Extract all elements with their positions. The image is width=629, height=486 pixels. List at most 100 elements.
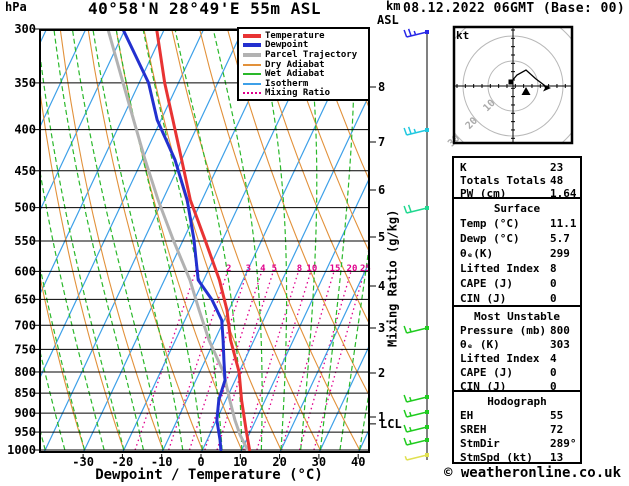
pressure-tick-label: 300 xyxy=(14,22,36,36)
km-asl-axis: 87654321 xyxy=(370,80,385,425)
wind-barb-column xyxy=(403,28,429,461)
stats-row: K 23 xyxy=(454,161,580,174)
legend-swatch-parcel-trajectory xyxy=(243,52,261,57)
stats-row-value: 48 xyxy=(550,174,564,187)
temp-tick-label: -30 xyxy=(72,455,94,469)
legend-swatch-dry-adiabat xyxy=(243,63,261,66)
km-unit-label: km xyxy=(386,0,401,13)
stats-row-label: CAPE (J) xyxy=(460,366,513,379)
stats-row-label: Lifted Index xyxy=(460,262,540,275)
pressure-tick-label: 450 xyxy=(14,164,36,178)
stats-row-label: θₑ (K) xyxy=(460,338,500,351)
pressure-tick-label: 850 xyxy=(14,386,36,400)
stats-row-label: Dewp (°C) xyxy=(460,232,520,245)
mixing-ratio-tick: 5 xyxy=(272,264,277,274)
stats-row: Dewp (°C) 5.7 xyxy=(454,232,580,247)
stats-row-label: Temp (°C) xyxy=(460,217,520,230)
wind-barb xyxy=(403,204,429,214)
mixing-ratio-tick: 15 xyxy=(330,264,341,274)
mixing-ratio-tick: 8 xyxy=(297,264,302,274)
stats-row-value: 13 xyxy=(550,451,564,464)
stats-row: SREH 72 xyxy=(454,423,580,437)
pressure-tick-label: 400 xyxy=(14,123,36,137)
legend-swatch-temperature xyxy=(243,33,261,38)
x-axis-label: Dewpoint / Temperature (°C) xyxy=(95,467,323,483)
stats-row-value: 5.7 xyxy=(550,232,570,245)
stats-title: Hodograph xyxy=(487,395,547,408)
stats-row: CAPE (J) 0 xyxy=(454,277,580,292)
stats-row-value: 8 xyxy=(550,262,557,275)
datetime-label: 08.12.2022 06GMT (Base: 00) xyxy=(403,1,626,16)
pressure-tick-label: 900 xyxy=(14,406,36,420)
stats-row-label: SREH xyxy=(460,423,487,436)
stats-row: θₑ (K) 303 xyxy=(454,338,580,352)
stats-row-label: θₑ(K) xyxy=(460,247,494,260)
mixing-ratio-tick: 3 xyxy=(246,264,251,274)
km-tick-label: 2 xyxy=(378,366,385,380)
stats-row-value: 23 xyxy=(550,161,564,174)
hodograph-trace xyxy=(510,69,549,89)
curve-temperature xyxy=(155,30,252,452)
stats-row-value: 299 xyxy=(550,247,570,260)
pressure-unit-label: hPa xyxy=(5,0,27,14)
mixing-ratio-tick: 2 xyxy=(226,264,231,274)
stats-row-label: EH xyxy=(460,409,474,422)
stats-row: EH 55 xyxy=(454,409,580,423)
legend-item: Mixing Ratio xyxy=(243,88,368,99)
pressure-tick-label: 600 xyxy=(14,264,36,278)
stats-row: StmSpd (kt) 13 xyxy=(454,451,580,465)
stats-row: Pressure (mb) 800 xyxy=(454,324,580,338)
km-tick-label: 6 xyxy=(378,183,385,197)
stats-row-label: Pressure (mb) xyxy=(460,324,547,337)
stats-row-label: Totals Totals xyxy=(460,174,547,187)
km-tick-label: 8 xyxy=(378,80,385,94)
stats-title: Most Unstable xyxy=(473,310,561,323)
km-tick-label: 3 xyxy=(378,321,385,335)
legend-label: Wet Adiabat xyxy=(265,69,325,80)
stats-row-label: K xyxy=(460,161,467,174)
legend-label: Dewpoint xyxy=(265,40,309,51)
pressure-tick-label: 350 xyxy=(14,76,36,90)
stats-row-label: StmDir xyxy=(460,437,500,450)
stats-box-surface: Surface Temp (°C) 11.1 Dewp (°C) 5.7 θₑ(K) 299… xyxy=(452,197,582,307)
lcl-label: LCL xyxy=(380,417,402,431)
pressure-tick-label: 800 xyxy=(14,365,36,379)
stats-box-hodograph: Hodograph EH 55 SREH 72 StmDir 289° StmSpd (kt)… xyxy=(452,390,582,464)
km-tick-label: 7 xyxy=(378,135,385,149)
stats-row-label: CIN (J) xyxy=(460,292,507,305)
legend-label: Parcel Trajectory xyxy=(265,49,358,60)
mixing-ratio-tick: 20 xyxy=(347,264,358,274)
temp-tick-label: 40 xyxy=(351,455,365,469)
pressure-axis: 300 350 400 450 500 550 600 650 700 750 800 850 900 9… xyxy=(7,22,39,457)
pressure-tick-label: 950 xyxy=(14,425,36,439)
legend-swatch-wet-adiabat xyxy=(243,73,261,76)
legend-item: Dry Adiabat xyxy=(243,60,368,70)
stats-row-value: 303 xyxy=(550,338,570,351)
legend-swatch-mixing-ratio xyxy=(243,92,261,95)
km-tick-label: 5 xyxy=(378,230,385,244)
stats-row-label: Lifted Index xyxy=(460,352,540,365)
legend-item: Wet Adiabat xyxy=(243,69,368,79)
stats-row-value: 0 xyxy=(550,292,557,305)
stats-row-value: 289° xyxy=(550,437,577,450)
legend-swatch-dewpoint xyxy=(243,43,261,48)
legend-swatch-isotherm xyxy=(243,82,261,85)
pressure-tick-label: 700 xyxy=(14,318,36,332)
stats-row: θₑ(K) 299 xyxy=(454,247,580,262)
mixing-ratio-axis-label: Mixing Ratio (g/kg) xyxy=(385,209,400,347)
wind-barb xyxy=(403,394,429,403)
pressure-tick-label: 500 xyxy=(14,201,36,215)
stats-box-indices: K 23 Totals Totals 48 PW (cm) 1.64 xyxy=(452,156,582,201)
pressure-tick-label: 550 xyxy=(14,234,36,248)
stats-row: Lifted Index 8 xyxy=(454,262,580,277)
stats-row: Temp (°C) 11.1 xyxy=(454,217,580,232)
page-title: 40°58'N 28°49'E 55m ASL xyxy=(87,0,322,18)
stats-row: StmDir 289° xyxy=(454,437,580,451)
stats-row-value: 800 xyxy=(550,324,570,337)
wind-barb xyxy=(403,325,429,334)
wind-barb xyxy=(403,424,429,433)
legend-label: Mixing Ratio xyxy=(265,88,331,99)
legend-item: Dewpoint xyxy=(243,40,368,51)
stats-row-value: 72 xyxy=(550,423,564,436)
mixing-ratio-tick: 10 xyxy=(306,264,317,274)
